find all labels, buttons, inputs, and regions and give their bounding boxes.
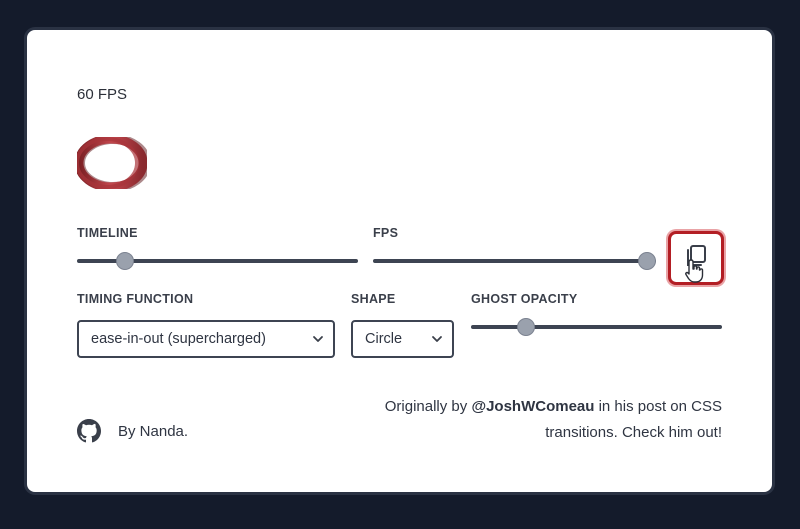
demo-card: 60 FPS TIMELINE FPS TIMING FUNCTION ease… <box>27 30 772 492</box>
timeline-slider-thumb[interactable] <box>116 252 134 270</box>
timing-function-select[interactable]: ease-in-out (supercharged) <box>77 320 335 358</box>
ghost-opacity-label: GHOST OPACITY <box>471 292 578 306</box>
fps-readout: 60 FPS <box>77 86 128 103</box>
shape-select[interactable]: Circle <box>351 320 454 358</box>
shape-label: SHAPE <box>351 292 396 306</box>
shape-value: Circle <box>365 331 403 347</box>
author-credit: By Nanda. <box>77 419 188 443</box>
ghost-opacity-slider-thumb[interactable] <box>517 318 535 336</box>
credit-link[interactable]: @JoshWComeau <box>471 398 594 415</box>
animated-shape-ghost <box>77 137 147 189</box>
copy-button[interactable] <box>668 231 724 285</box>
timing-function-value: ease-in-out (supercharged) <box>91 331 266 347</box>
timeline-label: TIMELINE <box>77 226 138 240</box>
chevron-down-icon <box>313 336 323 342</box>
fps-slider[interactable] <box>373 252 656 270</box>
github-icon[interactable] <box>77 419 101 443</box>
fps-slider-thumb[interactable] <box>638 252 656 270</box>
hand-pointer-icon <box>685 259 704 283</box>
ghost-opacity-slider[interactable] <box>471 318 722 336</box>
fps-label: FPS <box>373 226 399 240</box>
timeline-slider[interactable] <box>77 252 358 270</box>
credit-prefix: Originally by <box>384 398 468 415</box>
author-name: By Nanda. <box>118 422 189 440</box>
timing-function-label: TIMING FUNCTION <box>77 292 194 306</box>
chevron-down-icon <box>432 336 442 342</box>
original-credit: Originally by @JoshWComeau in his post o… <box>342 394 722 446</box>
